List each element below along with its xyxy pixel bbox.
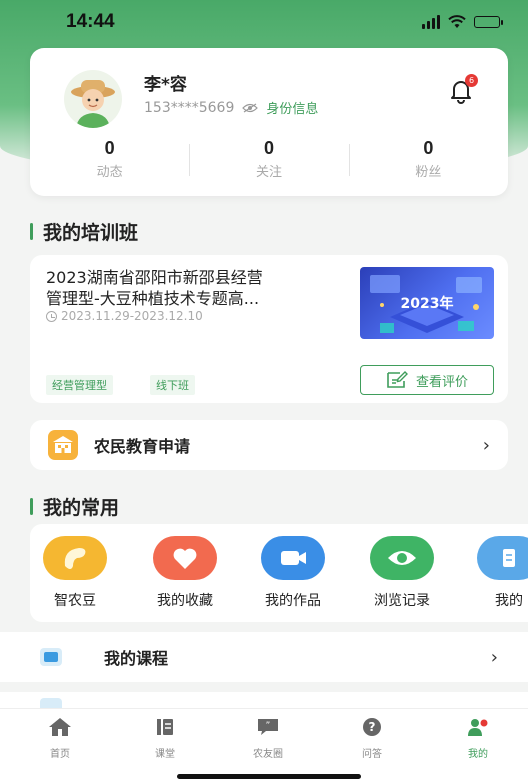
profile-icon bbox=[468, 719, 488, 736]
tab-label: 首页 bbox=[50, 749, 70, 760]
user-phone-row: 153****5669 身份信息 bbox=[144, 98, 318, 118]
bean-icon bbox=[43, 536, 107, 580]
status-time: 14:44 bbox=[66, 11, 115, 32]
course-title-line2: 管理型-大豆种植技术专题高... bbox=[46, 289, 260, 308]
training-course-card[interactable]: 2023湖南省邵阳市新邵县经营 管理型-大豆种植技术专题高... 2023.11… bbox=[30, 255, 508, 403]
education-application-label: 农民教育申请 bbox=[94, 437, 191, 456]
common-item-bean[interactable]: 智农豆 bbox=[40, 536, 110, 610]
stat-value: 0 bbox=[104, 138, 115, 158]
home-indicator bbox=[177, 774, 361, 779]
common-item-favorites[interactable]: 我的收藏 bbox=[150, 536, 220, 610]
course-date-range: 2023.11.29-2023.12.10 bbox=[61, 309, 203, 323]
tab-qa[interactable]: ? 问答 bbox=[342, 717, 402, 760]
section-title-text: 我的常用 bbox=[43, 497, 120, 519]
training-section-title: 我的培训班 bbox=[30, 218, 138, 245]
stat-value: 0 bbox=[263, 138, 274, 158]
cellular-signal-icon bbox=[422, 15, 440, 29]
tab-classroom[interactable]: 课堂 bbox=[135, 717, 195, 760]
stat-value: 0 bbox=[423, 138, 434, 158]
course-date: 2023.11.29-2023.12.10 bbox=[46, 309, 203, 323]
common-section-title: 我的常用 bbox=[30, 493, 119, 520]
video-camera-icon bbox=[261, 536, 325, 580]
common-item-history[interactable]: 浏览记录 bbox=[367, 536, 437, 610]
course-book-icon bbox=[40, 648, 62, 666]
common-item-label: 我的收藏 bbox=[157, 593, 213, 609]
my-courses-label: 我的课程 bbox=[104, 649, 169, 668]
id-info-link[interactable]: 身份信息 bbox=[266, 98, 318, 117]
profile-card: 李*容 153****5669 身份信息 6 0 动态 0 关注 0 粉丝 bbox=[30, 48, 508, 196]
tab-community[interactable]: ” 农友圈 bbox=[238, 717, 298, 760]
common-tools-strip: 智农豆 我的收藏 我的作品 浏览记录 我的 bbox=[30, 524, 528, 622]
tab-label: 农友圈 bbox=[253, 749, 283, 760]
classroom-icon bbox=[157, 719, 173, 735]
status-bar: 14:44 bbox=[0, 0, 528, 44]
stat-label: 关注 bbox=[255, 165, 282, 180]
document-icon bbox=[477, 536, 528, 580]
tab-label: 问答 bbox=[362, 749, 382, 760]
tab-home[interactable]: 首页 bbox=[30, 717, 90, 760]
section-accent-bar bbox=[30, 223, 33, 240]
partial-list-row[interactable] bbox=[0, 692, 528, 708]
heart-icon bbox=[153, 536, 217, 580]
tab-mine[interactable]: 我的 bbox=[448, 717, 508, 760]
course-title-line1: 2023湖南省邵阳市新邵县经营 bbox=[46, 268, 263, 287]
chevron-right-icon: › bbox=[490, 646, 498, 668]
chat-icon: ” bbox=[258, 719, 278, 735]
section-title-text: 我的培训班 bbox=[43, 222, 139, 244]
course-title: 2023湖南省邵阳市新邵县经营 管理型-大豆种植技术专题高... bbox=[46, 267, 346, 309]
tab-label: 课堂 bbox=[155, 749, 175, 760]
eye-icon bbox=[370, 536, 434, 580]
stat-following[interactable]: 0 关注 bbox=[189, 138, 348, 180]
user-phone: 153****5669 bbox=[144, 99, 235, 116]
svg-text:?: ? bbox=[369, 720, 376, 734]
clock-icon bbox=[46, 310, 57, 322]
common-item-label: 智农豆 bbox=[54, 593, 96, 609]
profile-stats: 0 动态 0 关注 0 粉丝 bbox=[30, 138, 508, 180]
tab-label: 我的 bbox=[468, 749, 488, 760]
thumbnail-text: 2023年 bbox=[400, 296, 454, 312]
common-item-more[interactable]: 我的 bbox=[474, 536, 528, 610]
question-icon: ? bbox=[363, 718, 381, 736]
my-courses-row[interactable]: 我的课程 › bbox=[0, 632, 528, 682]
common-item-label: 我的 bbox=[495, 593, 523, 609]
user-name: 李*容 bbox=[144, 75, 187, 95]
bottom-tab-bar: 首页 课堂 ” 农友圈 ? 问答 我的 bbox=[0, 708, 528, 783]
school-icon bbox=[48, 430, 78, 460]
view-review-button[interactable]: 查看评价 bbox=[360, 365, 494, 395]
status-icons bbox=[422, 15, 503, 29]
common-item-label: 浏览记录 bbox=[374, 593, 430, 609]
wifi-icon bbox=[448, 15, 466, 28]
list-item-icon bbox=[40, 698, 62, 708]
home-icon bbox=[49, 718, 71, 736]
edit-note-icon bbox=[387, 371, 408, 388]
notification-badge: 6 bbox=[465, 74, 478, 87]
section-accent-bar bbox=[30, 498, 33, 515]
stat-label: 动态 bbox=[96, 165, 123, 180]
stat-posts[interactable]: 0 动态 bbox=[30, 138, 189, 180]
avatar[interactable] bbox=[64, 70, 122, 128]
notification-bell-button[interactable]: 6 bbox=[448, 74, 478, 104]
svg-text:”: ” bbox=[266, 721, 271, 731]
course-tag: 线下班 bbox=[150, 375, 195, 395]
battery-icon bbox=[474, 16, 503, 28]
stat-followers[interactable]: 0 粉丝 bbox=[348, 138, 508, 180]
review-button-label: 查看评价 bbox=[415, 374, 468, 390]
hide-eye-icon[interactable] bbox=[242, 103, 259, 113]
education-application-row[interactable]: 农民教育申请 › bbox=[30, 420, 508, 470]
stat-label: 粉丝 bbox=[415, 165, 442, 180]
chevron-right-icon: › bbox=[482, 434, 490, 456]
course-thumbnail: 2023年 bbox=[360, 267, 494, 339]
common-item-label: 我的作品 bbox=[265, 593, 321, 609]
common-item-works[interactable]: 我的作品 bbox=[258, 536, 328, 610]
course-tag: 经营管理型 bbox=[46, 375, 113, 395]
